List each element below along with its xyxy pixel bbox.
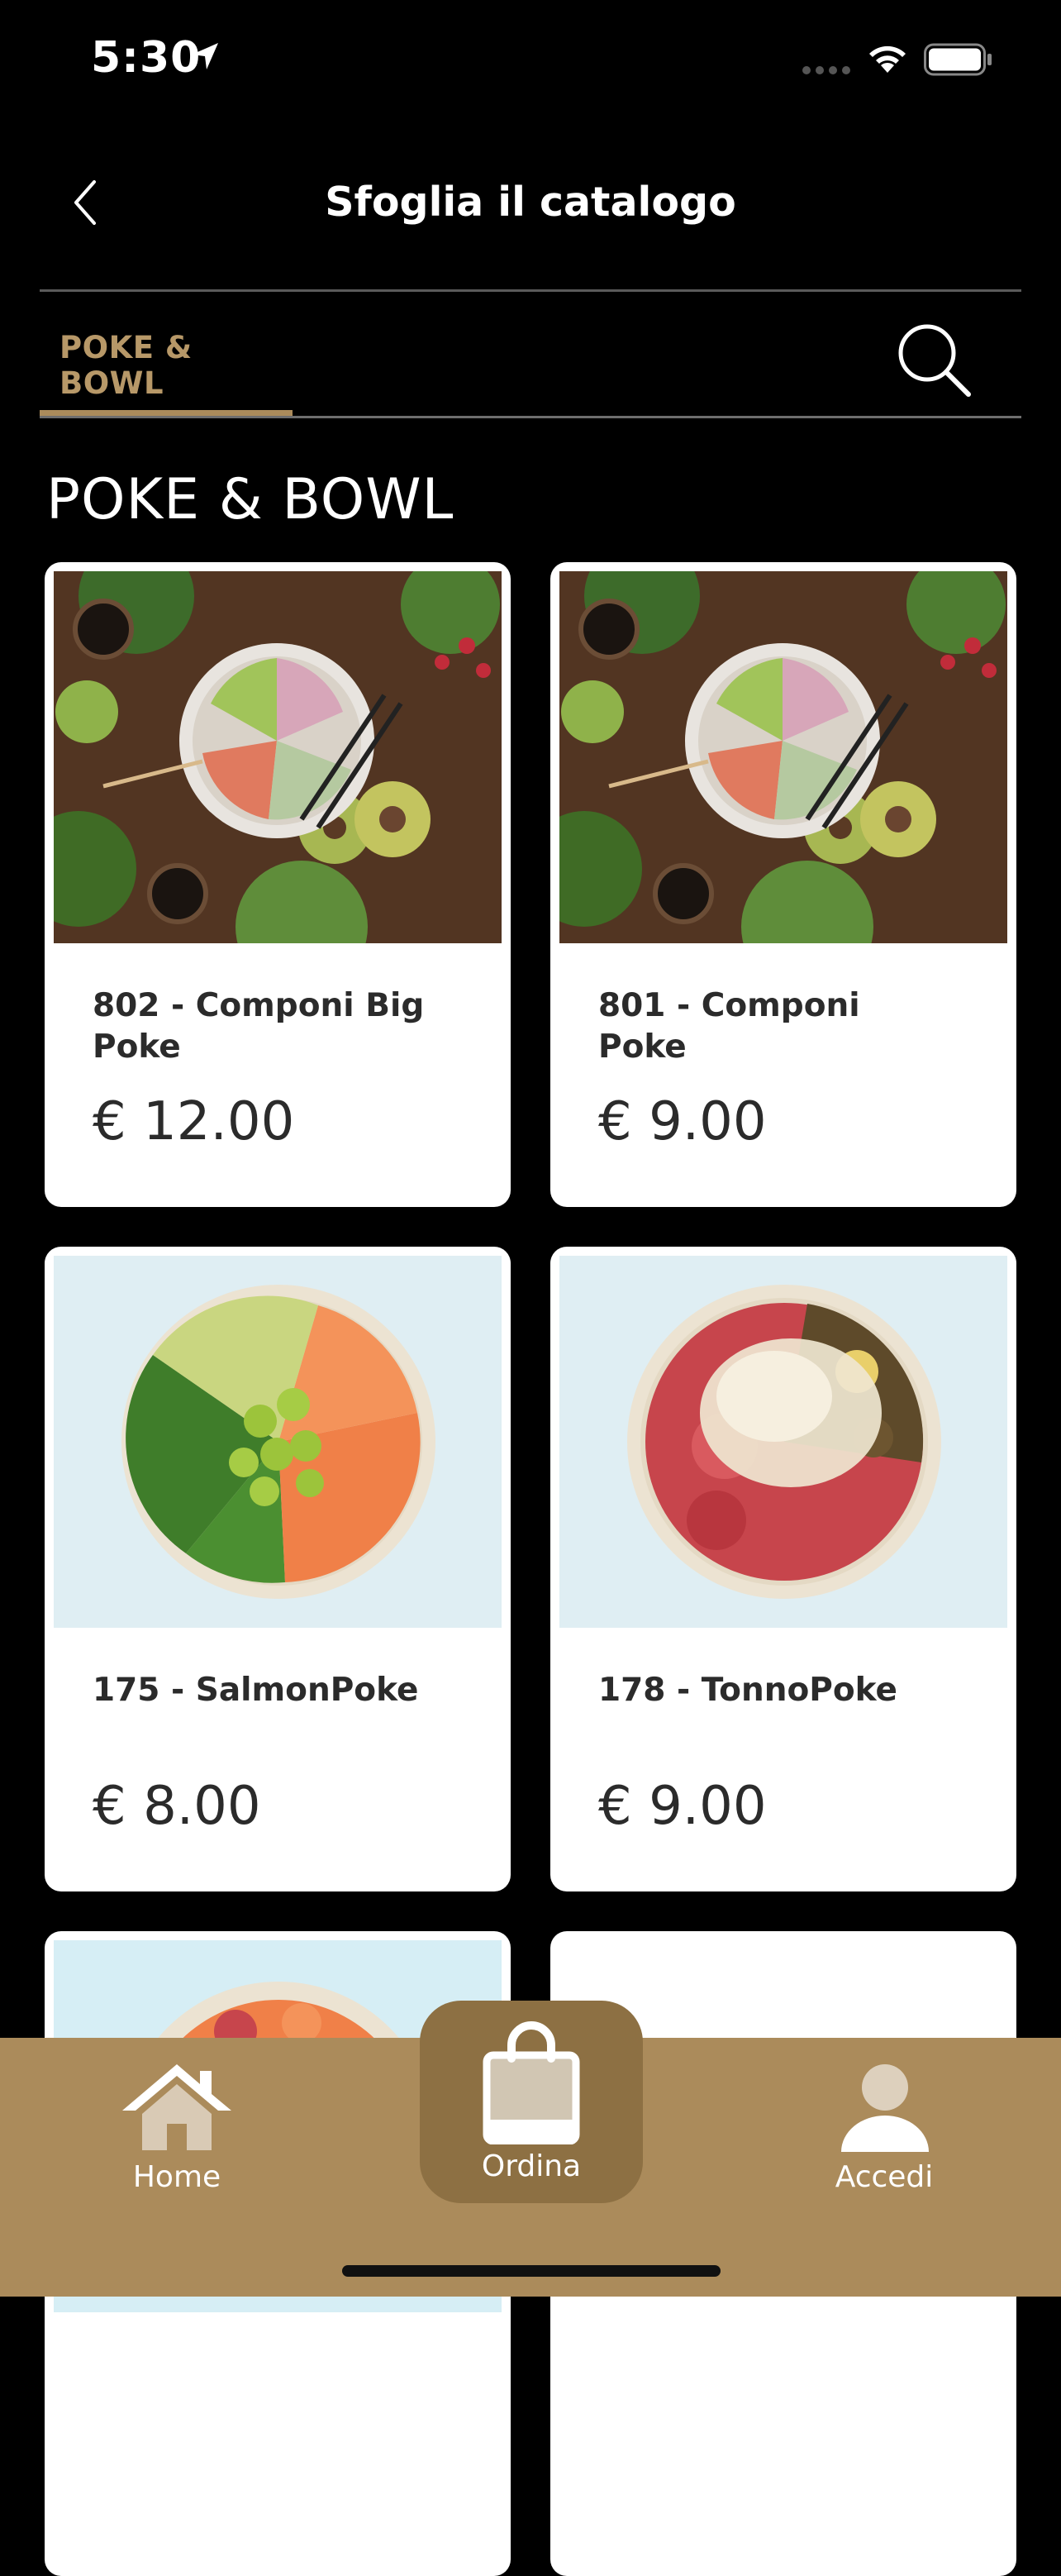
product-image [54,1256,502,1628]
section-title: POKE & BOWL [46,467,454,532]
location-arrow-icon [192,43,218,69]
tab-label: POKE & BOWL [59,330,193,401]
product-price: € 12.00 [93,1091,295,1152]
tabs-divider [40,416,1021,418]
product-card[interactable]: 175 - SalmonPoke € 8.00 [45,1247,511,1891]
user-icon [841,2064,929,2152]
tab-home-label: Home [132,2160,221,2194]
home-indicator [342,2265,721,2277]
tab-login[interactable]: Accedi [777,2038,992,2203]
status-time: 5:30 [91,33,202,83]
product-image [559,571,1007,943]
wifi-icon [869,45,906,73]
search-button[interactable] [892,318,975,401]
product-image [559,1256,1007,1628]
page-title: Sfoglia il catalogo [325,179,736,226]
product-card[interactable]: 801 - Componi Poke € 9.00 [550,562,1016,1207]
product-card[interactable]: 802 - Componi Big Poke € 12.00 [45,562,511,1207]
tab-home[interactable]: Home [69,2038,284,2203]
product-name: 175 - SalmonPoke [93,1672,419,1709]
product-image [54,571,502,943]
product-name: 801 - Componi Poke [598,987,860,1066]
product-card[interactable]: 178 - TonnoPoke € 9.00 [550,1247,1016,1891]
battery-icon [924,43,992,76]
search-icon [898,324,971,397]
tab-order[interactable]: Ordina [420,2001,643,2203]
product-price: € 8.00 [93,1776,261,1837]
tab-poke-bowl[interactable]: POKE & BOWL [40,292,293,418]
tab-login-label: Accedi [835,2160,934,2194]
signal-icon [802,66,850,74]
navigation-header: Sfoglia il catalogo [0,149,1061,256]
tab-order-label: Ordina [481,2149,582,2183]
product-name: 178 - TonnoPoke [598,1672,898,1709]
product-name: 802 - Componi Big Poke [93,987,425,1066]
status-bar: 5:30 [0,0,1061,116]
shopping-bag-icon [483,2021,580,2144]
product-price: € 9.00 [598,1776,767,1837]
home-icon [122,2064,231,2150]
product-price: € 9.00 [598,1091,767,1152]
category-tabs: POKE & BOWL [40,292,1021,418]
